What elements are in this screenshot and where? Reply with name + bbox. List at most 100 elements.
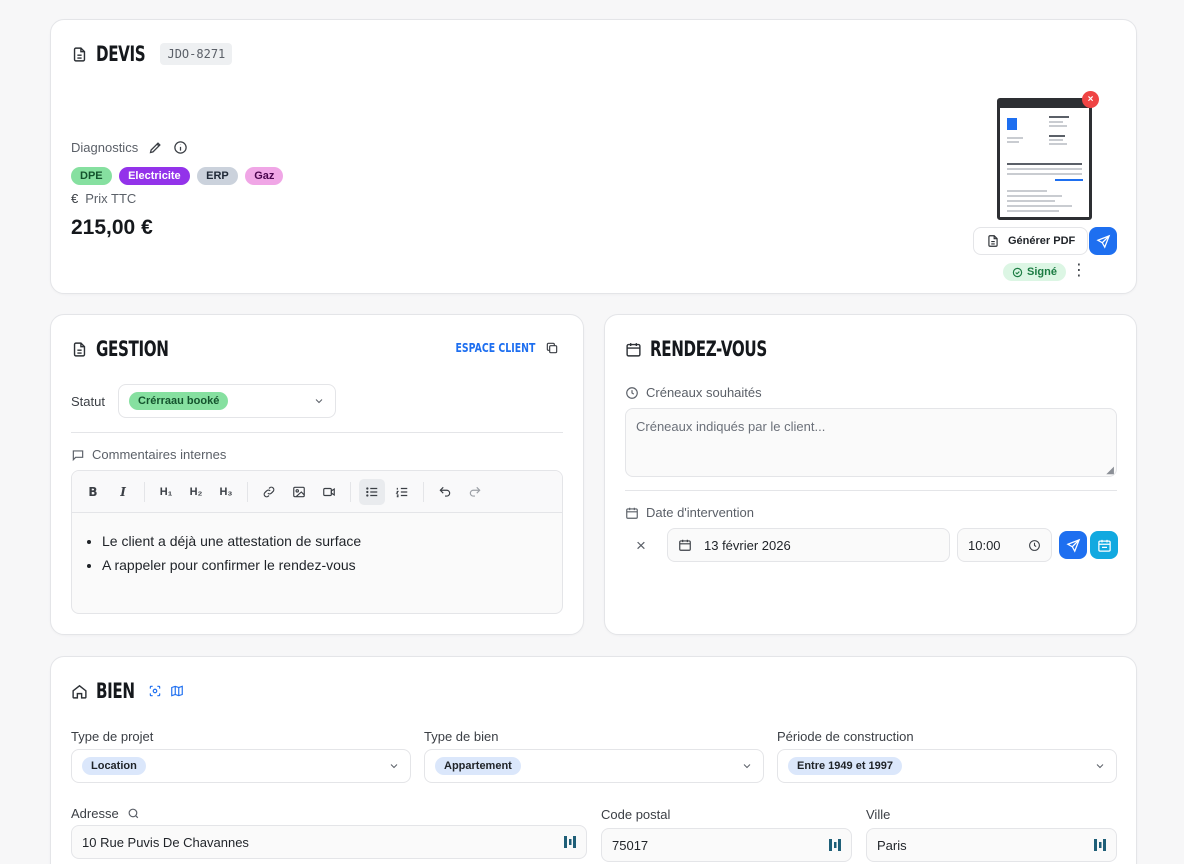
tag-gaz[interactable]: Gaz <box>245 167 284 185</box>
generate-pdf-label: Générer PDF <box>1008 235 1076 247</box>
send-devis-button[interactable] <box>1089 227 1117 255</box>
password-manager-icon[interactable] <box>829 838 841 852</box>
rendez-vous-title: RENDEZ-VOUS <box>650 337 767 361</box>
status-badge-label: Signé <box>1027 266 1057 278</box>
bien-header: BIEN <box>71 679 184 703</box>
list-item: Le client a déjà une attestation de surf… <box>102 529 562 553</box>
statut-label: Statut <box>71 394 105 409</box>
resize-handle-icon[interactable]: ◢ <box>1106 465 1114 476</box>
tag-electricite[interactable]: Electricite <box>119 167 190 185</box>
calendar-sync-button[interactable] <box>1090 531 1118 559</box>
euro-icon: € <box>71 191 79 206</box>
info-icon[interactable] <box>173 140 188 155</box>
rendez-vous-card: RENDEZ-VOUS Créneaux souhaités Créneaux … <box>604 314 1137 635</box>
calendar-icon <box>678 538 692 552</box>
statut-select[interactable]: Crérraau booké <box>118 384 336 418</box>
type-projet-chip: Location <box>82 757 146 775</box>
date-input[interactable]: 13 février 2026 <box>667 528 950 562</box>
devis-pdf-thumbnail[interactable] <box>997 98 1092 220</box>
time-input[interactable]: 10:00 <box>957 528 1052 562</box>
scan-icon[interactable] <box>148 684 162 698</box>
redo-icon[interactable] <box>462 479 488 505</box>
divider <box>71 432 563 433</box>
status-badge-signe: Signé <box>1003 263 1066 281</box>
italic-icon[interactable]: I <box>110 479 136 505</box>
check-circle-icon <box>1012 267 1023 278</box>
type-projet-select[interactable]: Location <box>71 749 411 783</box>
pencil-icon[interactable] <box>148 140 163 155</box>
chevron-down-icon <box>1094 760 1106 772</box>
ville-value: Paris <box>877 837 907 853</box>
chevron-down-icon <box>313 395 325 407</box>
diagnostic-tags: DPE Electricite ERP Gaz <box>71 166 286 185</box>
chevron-down-icon <box>741 760 753 772</box>
rendez-vous-header: RENDEZ-VOUS <box>625 337 812 361</box>
bien-title: BIEN <box>96 679 135 703</box>
adresse-value: 10 Rue Puvis De Chavannes <box>82 834 249 850</box>
close-thumbnail-icon[interactable]: × <box>1082 91 1099 108</box>
undo-icon[interactable] <box>432 479 458 505</box>
cp-value: 75017 <box>612 837 649 853</box>
price-value: 215,00 € <box>71 216 153 239</box>
heading3-icon[interactable]: H₃ <box>213 479 239 505</box>
devis-header: DEVIS JDO-8271 <box>71 42 233 66</box>
statut-chip: Crérraau booké <box>129 392 229 410</box>
ville-input[interactable]: Paris <box>866 828 1117 862</box>
adresse-input[interactable]: 10 Rue Puvis De Chavannes <box>71 825 587 859</box>
close-icon[interactable]: × <box>636 536 646 556</box>
periode-chip: Entre 1949 et 1997 <box>788 757 903 775</box>
clock-icon <box>1028 539 1041 552</box>
calendar-sync-icon <box>1097 538 1112 553</box>
ville-label: Ville <box>866 807 891 822</box>
periode-select[interactable]: Entre 1949 et 1997 <box>777 749 1117 783</box>
gestion-card: GESTION ESPACE CLIENT Statut Crérraau bo… <box>50 314 584 635</box>
calendar-icon <box>625 341 642 358</box>
bold-icon[interactable]: B <box>80 479 106 505</box>
gestion-title: GESTION <box>96 337 169 361</box>
espace-client-label[interactable]: ESPACE CLIENT <box>455 341 535 355</box>
bien-card: BIEN Type de projet Location Type de bie… <box>50 656 1137 864</box>
comments-list[interactable]: Le client a déjà une attestation de surf… <box>72 513 562 577</box>
devis-title: DEVIS <box>96 42 146 66</box>
password-manager-icon[interactable] <box>564 835 576 849</box>
cp-input[interactable]: 75017 <box>601 828 852 862</box>
video-icon[interactable] <box>316 479 342 505</box>
generate-pdf-button[interactable]: Générer PDF <box>973 227 1089 255</box>
creneaux-label: Créneaux souhaités <box>646 385 762 400</box>
bullet-list-icon[interactable] <box>359 478 385 505</box>
cp-label: Code postal <box>601 807 671 822</box>
send-rdv-button[interactable] <box>1059 531 1087 559</box>
ordered-list-icon[interactable] <box>389 479 415 505</box>
heading2-icon[interactable]: H₂ <box>183 479 209 505</box>
creneaux-placeholder: Créneaux indiqués par le client... <box>636 419 826 434</box>
copy-icon[interactable] <box>545 341 559 355</box>
type-bien-chip: Appartement <box>435 757 521 775</box>
send-icon <box>1095 234 1111 249</box>
clock-icon <box>625 386 639 400</box>
map-icon[interactable] <box>170 684 184 698</box>
espace-client-link[interactable]: ESPACE CLIENT <box>433 341 559 355</box>
gestion-header: GESTION <box>71 337 197 361</box>
password-manager-icon[interactable] <box>1094 838 1106 852</box>
periode-label: Période de construction <box>777 729 914 744</box>
tag-dpe[interactable]: DPE <box>71 167 112 185</box>
comments-label: Commentaires internes <box>92 447 227 462</box>
link-icon[interactable] <box>256 479 282 505</box>
type-bien-select[interactable]: Appartement <box>424 749 764 783</box>
creneaux-textarea[interactable]: Créneaux indiqués par le client... ◢ <box>625 408 1117 477</box>
send-icon <box>1065 538 1081 553</box>
editor-toolbar: B I H₁ H₂ H₃ <box>72 471 562 513</box>
home-icon <box>71 683 88 700</box>
message-icon <box>71 448 85 462</box>
date-intervention-label: Date d'intervention <box>646 505 754 520</box>
rich-text-editor[interactable]: B I H₁ H₂ H₃ • Le client a déjà une atte… <box>71 470 563 614</box>
document-icon <box>986 234 1000 248</box>
document-icon <box>71 341 88 358</box>
tag-erp[interactable]: ERP <box>197 167 238 185</box>
heading1-icon[interactable]: H₁ <box>153 479 179 505</box>
time-value: 10:00 <box>968 537 1001 553</box>
search-icon[interactable] <box>127 807 140 820</box>
type-projet-label: Type de projet <box>71 729 154 744</box>
image-icon[interactable] <box>286 479 312 505</box>
more-vertical-icon[interactable]: ⋮ <box>1071 263 1087 279</box>
